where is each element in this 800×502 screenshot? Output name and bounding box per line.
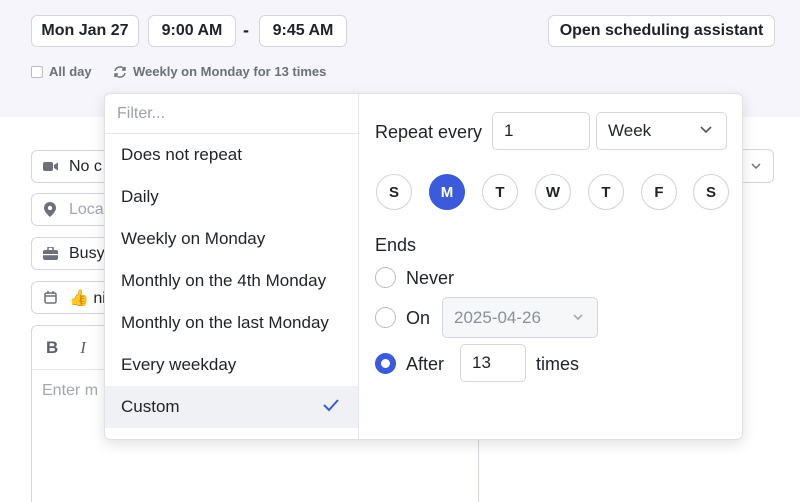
chevron-down-icon xyxy=(573,314,583,320)
end-date-value: 2025-04-26 xyxy=(454,307,541,327)
recurrence-option[interactable]: Does not repeat xyxy=(105,134,358,176)
recurrence-option[interactable]: Every weekday xyxy=(105,344,358,386)
recurrence-option-label: Custom xyxy=(121,397,180,416)
repeat-every-label: Repeat every xyxy=(375,122,483,142)
unit-value: Week xyxy=(608,121,652,140)
recurrence-summary-label: Weekly on Monday for 13 times xyxy=(133,64,327,79)
briefcase-icon xyxy=(42,247,58,260)
weekday-toggle[interactable]: W xyxy=(535,174,571,210)
scheduling-assistant-button[interactable]: Open scheduling assistant xyxy=(548,15,775,47)
location-placeholder: Loca xyxy=(69,200,104,218)
recurrence-option-label: Daily xyxy=(121,187,159,206)
repeat-icon xyxy=(114,65,126,78)
recurrence-popover: Filter... Does not repeat Daily Weekly on … xyxy=(104,93,743,440)
ends-on-radio[interactable] xyxy=(375,307,396,328)
right-dropdown[interactable] xyxy=(738,149,774,183)
weekday-toggle[interactable]: M xyxy=(429,174,465,210)
recurrence-option-label: Monthly on the last Monday xyxy=(121,313,329,332)
ends-never-radio[interactable] xyxy=(375,267,396,288)
bold-button[interactable]: B xyxy=(46,338,58,358)
chevron-down-icon xyxy=(700,126,712,133)
recurrence-summary[interactable]: Weekly on Monday for 13 times xyxy=(113,64,326,79)
weekday-toggle[interactable]: F xyxy=(641,174,677,210)
chevron-down-icon xyxy=(751,163,761,169)
checkmark-icon xyxy=(323,399,339,412)
status-value: Busy xyxy=(69,244,105,262)
recurrence-option[interactable]: Weekly on Monday xyxy=(105,218,358,260)
recurrence-options-list: Filter... Does not repeat Daily Weekly on … xyxy=(105,94,359,439)
custom-recurrence-panel: Repeat every 1 Week SMTWTFS Ends Never O… xyxy=(360,94,742,439)
all-day-toggle[interactable]: All day xyxy=(31,64,92,79)
ends-never-label: Never xyxy=(406,268,455,288)
calendar-icon xyxy=(42,291,58,304)
start-time-button[interactable]: 9:00 AM xyxy=(148,15,236,47)
weekday-toggle[interactable]: T xyxy=(482,174,518,210)
end-date-input[interactable]: 2025-04-26 xyxy=(442,297,598,338)
ends-on-label: On xyxy=(406,308,431,328)
recurrence-option[interactable]: Daily xyxy=(105,176,358,218)
weekday-toggle[interactable]: T xyxy=(588,174,624,210)
time-separator: - xyxy=(243,20,249,40)
recurrence-option-label: Every weekday xyxy=(121,355,237,374)
location-pin-icon xyxy=(42,202,58,217)
recurrence-option-label: Monthly on the 4th Monday xyxy=(121,271,327,290)
end-time-button[interactable]: 9:45 AM xyxy=(259,15,347,47)
ends-after-label: After xyxy=(406,354,445,374)
interval-input[interactable]: 1 xyxy=(492,112,590,150)
date-picker-button[interactable]: Mon Jan 27 xyxy=(31,15,139,47)
recurrence-option-label: Weekly on Monday xyxy=(121,229,266,248)
ends-label: Ends xyxy=(375,235,417,255)
unit-select[interactable]: Week xyxy=(596,112,727,150)
all-day-label: All day xyxy=(49,64,92,79)
ends-after-radio[interactable] xyxy=(375,353,396,374)
italic-button[interactable]: I xyxy=(80,338,86,358)
conference-value: No c xyxy=(69,157,102,175)
recurrence-option[interactable]: Custom xyxy=(105,386,358,428)
weekday-toggle[interactable]: S xyxy=(693,174,729,210)
recurrence-option[interactable]: Monthly on the 4th Monday xyxy=(105,260,358,302)
video-icon xyxy=(42,161,58,172)
recurrence-option-label: Does not repeat xyxy=(121,145,242,164)
all-day-checkbox[interactable] xyxy=(31,65,43,78)
weekday-toggle[interactable]: S xyxy=(376,174,412,210)
occurrence-count-input[interactable]: 13 xyxy=(460,344,526,382)
times-label: times xyxy=(536,354,580,374)
filter-input[interactable]: Filter... xyxy=(105,94,358,134)
recurrence-option[interactable]: Monthly on the last Monday xyxy=(105,302,358,344)
